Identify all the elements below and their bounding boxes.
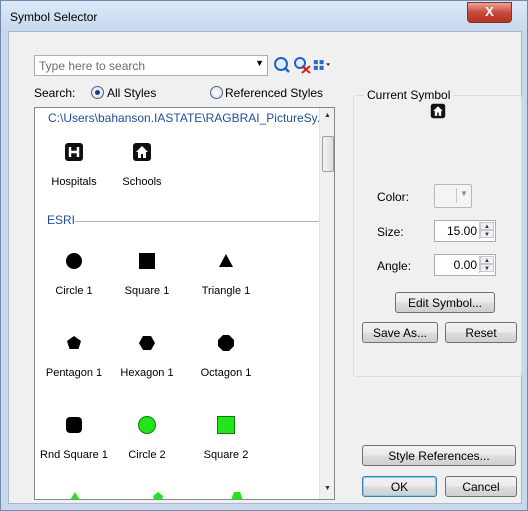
- symbol-item-rnd-square-1[interactable]: Rnd Square 1: [35, 409, 113, 469]
- referenced-styles-label[interactable]: Referenced Styles: [225, 86, 323, 100]
- current-symbol-title: Current Symbol: [364, 88, 454, 102]
- color-label: Color:: [377, 190, 410, 204]
- symbol-item-hospitals[interactable]: Hospitals: [35, 136, 113, 196]
- symbol-label: Circle 1: [55, 285, 93, 297]
- symbol-item-octagon-1[interactable]: Octagon 1: [187, 327, 265, 387]
- window-title: Symbol Selector: [10, 10, 98, 24]
- decrement-icon[interactable]: ▼: [480, 230, 494, 238]
- symbol-label: Circle 2: [128, 449, 166, 461]
- all-styles-label[interactable]: All Styles: [107, 86, 156, 100]
- symbol-preview-school-icon: [430, 103, 446, 119]
- partial-green-triangle-icon: [70, 492, 80, 499]
- search-placeholder: Type here to search: [39, 59, 146, 73]
- black-triangle-icon: [219, 254, 233, 267]
- size-stepper[interactable]: 15.00 ▲ ▼: [434, 220, 496, 242]
- scroll-down-icon[interactable]: ▼: [324, 485, 331, 492]
- dialog-body: Type here to search ▼ Search: All Styles…: [8, 31, 522, 504]
- size-stepper-buttons[interactable]: ▲ ▼: [479, 222, 494, 239]
- color-picker[interactable]: ▼: [434, 184, 472, 208]
- angle-label: Angle:: [377, 259, 412, 273]
- symbol-item-circle-1[interactable]: Circle 1: [35, 245, 113, 305]
- symbol-label: Octagon 1: [200, 367, 252, 379]
- search-scope-label: Search:: [34, 86, 76, 100]
- angle-value[interactable]: 0.00: [454, 258, 477, 272]
- angle-stepper-buttons[interactable]: ▲ ▼: [479, 256, 494, 273]
- view-options-icon[interactable]: [313, 56, 331, 74]
- symbol-label: Pentagon 1: [45, 367, 103, 379]
- section-divider: [75, 221, 320, 222]
- symbol-list[interactable]: C:\Users\bahanson.IASTATE\RAGBRAI_Pictur…: [34, 107, 335, 500]
- partial-green-pentagon-icon: [153, 492, 163, 499]
- black-hexagon-icon: [139, 336, 155, 350]
- color-picker-separator: [456, 188, 457, 203]
- style-references-button[interactable]: Style References...: [362, 445, 516, 466]
- black-pentagon-icon: [67, 336, 81, 349]
- section-header-esri: ESRI: [47, 213, 76, 227]
- black-square-icon: [139, 253, 155, 269]
- style-path: C:\Users\bahanson.IASTATE\RAGBRAI_Pictur…: [48, 111, 327, 125]
- symbol-label: Square 2: [203, 449, 249, 461]
- symbol-selector-window: Symbol Selector X Type here to search ▼ …: [0, 0, 528, 511]
- symbol-item-schools[interactable]: Schools: [103, 136, 181, 196]
- school-icon: [133, 143, 151, 161]
- chevron-down-icon[interactable]: ▼: [460, 189, 468, 198]
- close-button[interactable]: X: [467, 2, 512, 23]
- symbol-label: Rnd Square 1: [40, 449, 108, 461]
- partial-green-hexagon-icon: [231, 492, 243, 499]
- ok-button[interactable]: OK: [362, 476, 437, 497]
- increment-icon[interactable]: ▲: [480, 256, 494, 264]
- cancel-button[interactable]: Cancel: [445, 476, 517, 497]
- scroll-up-icon[interactable]: ▲: [324, 112, 331, 119]
- black-circle-icon: [66, 253, 82, 269]
- referenced-styles-radio[interactable]: [210, 86, 223, 99]
- list-scrollbar[interactable]: ▲ ▼: [319, 108, 334, 499]
- title-bar[interactable]: Symbol Selector X: [1, 1, 527, 31]
- close-icon: X: [485, 4, 494, 19]
- green-circle-icon: [138, 416, 156, 434]
- reset-button[interactable]: Reset: [445, 322, 517, 343]
- hospital-icon: [65, 143, 83, 161]
- search-dropdown-icon[interactable]: ▼: [255, 58, 264, 68]
- search-input[interactable]: Type here to search ▼: [34, 55, 268, 76]
- symbol-item-square-2[interactable]: Square 2: [187, 409, 265, 469]
- symbol-label: Hexagon 1: [120, 367, 174, 379]
- edit-symbol-button[interactable]: Edit Symbol...: [395, 292, 495, 313]
- all-styles-radio[interactable]: [91, 86, 104, 99]
- increment-icon[interactable]: ▲: [480, 222, 494, 230]
- angle-stepper[interactable]: 0.00 ▲ ▼: [434, 254, 496, 276]
- black-octagon-icon: [218, 335, 234, 351]
- symbol-label: Schools: [122, 176, 162, 188]
- symbol-item-square-1[interactable]: Square 1: [108, 245, 186, 305]
- symbol-label: Square 1: [124, 285, 170, 297]
- symbol-item-pentagon-1[interactable]: Pentagon 1: [35, 327, 113, 387]
- size-label: Size:: [377, 225, 404, 239]
- search-icon[interactable]: [273, 56, 291, 74]
- symbol-item-triangle-1[interactable]: Triangle 1: [187, 245, 265, 305]
- symbol-label: Triangle 1: [201, 285, 251, 297]
- symbol-item-hexagon-1[interactable]: Hexagon 1: [108, 327, 186, 387]
- decrement-icon[interactable]: ▼: [480, 264, 494, 272]
- clear-search-icon[interactable]: [293, 56, 311, 74]
- symbol-label: Hospitals: [51, 176, 97, 188]
- save-as-button[interactable]: Save As...: [362, 322, 438, 343]
- black-rounded-square-icon: [66, 417, 82, 433]
- symbol-item-circle-2[interactable]: Circle 2: [108, 409, 186, 469]
- green-square-icon: [217, 416, 235, 434]
- size-value[interactable]: 15.00: [447, 224, 477, 238]
- scrollbar-thumb[interactable]: [322, 136, 334, 172]
